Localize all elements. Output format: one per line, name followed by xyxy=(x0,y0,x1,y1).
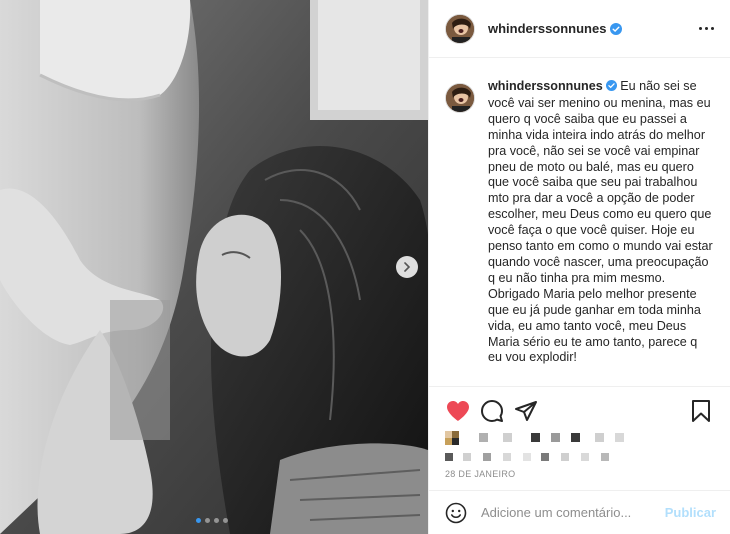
chevron-right-icon xyxy=(404,262,411,272)
post-actions: 28 DE JANEIRO xyxy=(429,386,730,479)
post-date[interactable]: 28 DE JANEIRO xyxy=(445,469,718,479)
carousel-indicator xyxy=(196,518,228,523)
likes-pixelated xyxy=(445,431,624,461)
speech-bubble-icon xyxy=(481,400,503,422)
more-options-button[interactable] xyxy=(699,27,714,30)
emoji-button[interactable] xyxy=(445,502,467,524)
username-link[interactable]: whinderssonnunes xyxy=(488,21,606,36)
caption-username-link[interactable]: whinderssonnunes xyxy=(488,79,603,93)
heart-filled-icon xyxy=(447,401,469,421)
avatar-image xyxy=(446,14,474,43)
add-comment-bar: Publicar xyxy=(429,490,730,534)
carousel-dot xyxy=(223,518,228,523)
save-button[interactable] xyxy=(684,395,718,427)
dot xyxy=(711,27,714,30)
carousel-dot xyxy=(196,518,201,523)
next-photo-button[interactable] xyxy=(396,256,418,278)
likes-summary[interactable] xyxy=(445,431,718,465)
carousel-dot xyxy=(205,518,210,523)
paper-plane-icon xyxy=(515,401,537,421)
post-details-panel: whinderssonnunes whinderssonnunes Eu não… xyxy=(428,0,730,534)
comment-button[interactable] xyxy=(475,395,509,427)
action-bar xyxy=(441,395,718,427)
post-header: whinderssonnunes xyxy=(429,0,730,58)
caption-text: Eu não sei se você vai ser menino ou men… xyxy=(488,79,713,365)
like-button[interactable] xyxy=(441,395,475,427)
avatar[interactable] xyxy=(445,83,475,113)
avatar[interactable] xyxy=(445,13,475,44)
verified-badge-icon xyxy=(605,80,617,96)
comments-section[interactable]: whinderssonnunes Eu não sei se você vai … xyxy=(429,59,730,385)
share-button[interactable] xyxy=(509,395,543,427)
comment-input[interactable] xyxy=(481,505,661,520)
publish-button[interactable]: Publicar xyxy=(665,505,716,520)
caption-row: whinderssonnunes Eu não sei se você vai … xyxy=(445,79,714,366)
post-photo[interactable] xyxy=(0,0,428,534)
dot xyxy=(705,27,708,30)
verified-badge-icon xyxy=(610,22,623,35)
smiley-icon xyxy=(445,502,467,523)
carousel-dot xyxy=(214,518,219,523)
avatar-image xyxy=(446,84,474,112)
post-image xyxy=(0,0,428,534)
three-dots-icon xyxy=(699,27,702,30)
post-caption: whinderssonnunes Eu não sei se você vai … xyxy=(488,79,714,366)
bookmark-icon xyxy=(692,400,710,422)
